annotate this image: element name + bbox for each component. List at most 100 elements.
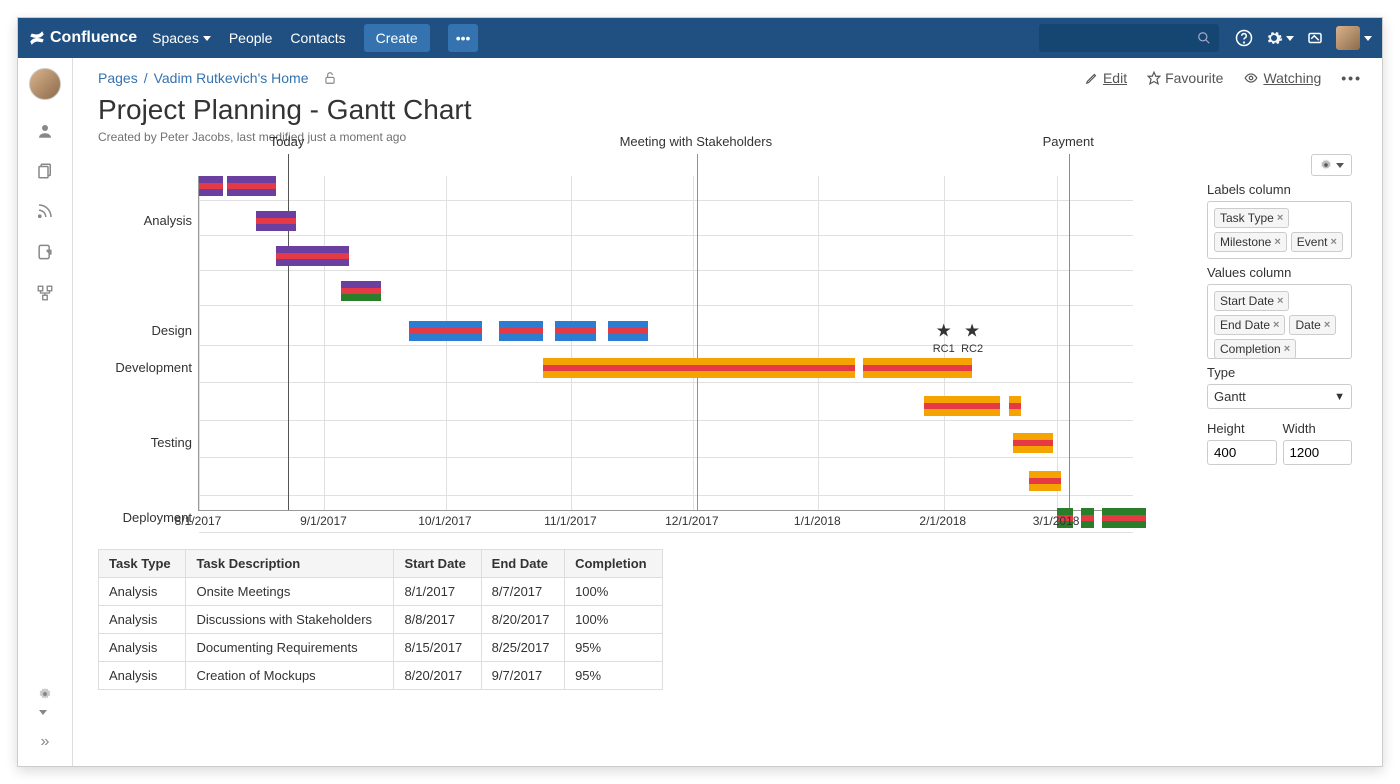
event-label: Meeting with Stakeholders bbox=[620, 134, 772, 149]
pages-icon[interactable] bbox=[36, 162, 54, 180]
milestone-label: RC2 bbox=[961, 343, 983, 355]
edit-button[interactable]: Edit bbox=[1085, 70, 1127, 86]
breadcrumb-root[interactable]: Pages bbox=[98, 70, 138, 86]
top-navigation: Confluence Spaces People Contacts Create… bbox=[18, 18, 1382, 58]
type-label: Type bbox=[1207, 365, 1352, 380]
remove-tag-icon[interactable]: × bbox=[1277, 295, 1283, 307]
notifications-icon[interactable] bbox=[1306, 29, 1324, 47]
labels-column-tags[interactable]: Task Type × Milestone ×Event × bbox=[1207, 201, 1352, 259]
nav-more-button[interactable]: ••• bbox=[448, 24, 479, 52]
gantt-bar[interactable] bbox=[256, 211, 296, 231]
milestone-label: RC1 bbox=[933, 343, 955, 355]
user-icon[interactable] bbox=[36, 122, 54, 140]
nav-people[interactable]: People bbox=[229, 30, 273, 46]
event-label: Payment bbox=[1043, 134, 1094, 149]
settings-icon[interactable] bbox=[1265, 29, 1294, 47]
tag[interactable]: Date × bbox=[1289, 315, 1336, 335]
gantt-bar[interactable] bbox=[341, 281, 381, 301]
gantt-bar[interactable] bbox=[499, 321, 544, 341]
x-axis-label: 3/1/2018 bbox=[1033, 514, 1080, 528]
nav-contacts[interactable]: Contacts bbox=[290, 30, 345, 46]
feed-icon[interactable] bbox=[36, 202, 54, 220]
values-column-tags[interactable]: Start Date × End Date ×Date × Completion × bbox=[1207, 284, 1352, 359]
type-select[interactable]: Gantt▼ bbox=[1207, 384, 1352, 409]
values-column-label: Values column bbox=[1207, 265, 1352, 280]
create-button[interactable]: Create bbox=[364, 24, 430, 52]
x-axis-label: 10/1/2017 bbox=[418, 514, 471, 528]
gantt-bar[interactable] bbox=[608, 321, 648, 341]
x-axis-label: 8/1/2017 bbox=[175, 514, 222, 528]
page-content: Pages / Vadim Rutkevich's Home Edit Favo… bbox=[73, 58, 1382, 766]
gantt-bar[interactable] bbox=[199, 176, 223, 196]
tag[interactable]: Start Date × bbox=[1214, 291, 1289, 311]
gantt-chart: AnalysisDesignDevelopmentTestingDeployme… bbox=[98, 154, 1148, 534]
brand-text: Confluence bbox=[50, 29, 137, 47]
favourite-button[interactable]: Favourite bbox=[1147, 70, 1223, 86]
tag[interactable]: Task Type × bbox=[1214, 208, 1289, 228]
table-row: AnalysisCreation of Mockups8/20/20179/7/… bbox=[99, 662, 663, 690]
chart-settings-button[interactable] bbox=[1311, 154, 1352, 176]
tag[interactable]: Event × bbox=[1291, 232, 1343, 252]
width-label: Width bbox=[1283, 421, 1353, 436]
tag[interactable]: End Date × bbox=[1214, 315, 1285, 335]
gantt-bar[interactable] bbox=[543, 358, 855, 378]
gantt-bar[interactable] bbox=[1029, 471, 1061, 491]
space-avatar[interactable] bbox=[29, 68, 61, 100]
y-axis-label: Development bbox=[97, 360, 192, 375]
gantt-bar[interactable] bbox=[409, 321, 482, 341]
milestone-icon[interactable]: ★ bbox=[964, 321, 980, 342]
y-axis-label: Analysis bbox=[97, 213, 192, 228]
milestone-icon[interactable]: ★ bbox=[936, 321, 952, 342]
table-header: Task Description bbox=[186, 550, 394, 578]
page-actions: Edit Favourite Watching ••• bbox=[1085, 70, 1362, 86]
remove-tag-icon[interactable]: × bbox=[1284, 343, 1290, 355]
event-label: Today bbox=[270, 134, 305, 149]
remove-tag-icon[interactable]: × bbox=[1330, 236, 1336, 248]
help-icon[interactable] bbox=[1235, 29, 1253, 47]
remove-tag-icon[interactable]: × bbox=[1277, 212, 1283, 224]
y-axis-label: Design bbox=[97, 323, 192, 338]
table-header: End Date bbox=[481, 550, 564, 578]
x-axis-label: 1/1/2018 bbox=[794, 514, 841, 528]
gantt-bar[interactable] bbox=[924, 396, 1001, 416]
table-header: Start Date bbox=[394, 550, 481, 578]
task-table: Task TypeTask DescriptionStart DateEnd D… bbox=[98, 549, 663, 690]
breadcrumb-home[interactable]: Vadim Rutkevich's Home bbox=[154, 70, 309, 86]
remove-tag-icon[interactable]: × bbox=[1324, 319, 1330, 331]
remove-tag-icon[interactable]: × bbox=[1274, 236, 1280, 248]
table-row: AnalysisDocumenting Requirements8/15/201… bbox=[99, 634, 663, 662]
tag[interactable]: Milestone × bbox=[1214, 232, 1287, 252]
gantt-bar[interactable] bbox=[863, 358, 972, 378]
y-axis-label: Testing bbox=[97, 435, 192, 450]
height-input[interactable] bbox=[1207, 440, 1277, 465]
sidebar-settings-icon[interactable] bbox=[37, 686, 53, 718]
clipboard-icon[interactable] bbox=[35, 242, 55, 262]
table-row: AnalysisDiscussions with Stakeholders8/8… bbox=[99, 606, 663, 634]
collapse-icon[interactable]: » bbox=[41, 733, 50, 751]
remove-tag-icon[interactable]: × bbox=[1273, 319, 1279, 331]
gantt-bar[interactable] bbox=[1009, 396, 1021, 416]
page-title: Project Planning - Gantt Chart bbox=[98, 94, 1362, 126]
gantt-bar[interactable] bbox=[227, 176, 276, 196]
x-axis-label: 9/1/2017 bbox=[300, 514, 347, 528]
height-label: Height bbox=[1207, 421, 1277, 436]
left-sidebar: » bbox=[18, 58, 73, 766]
page-more-button[interactable]: ••• bbox=[1341, 70, 1362, 86]
x-axis-label: 11/1/2017 bbox=[544, 514, 597, 528]
search-input[interactable] bbox=[1039, 24, 1219, 52]
watching-button[interactable]: Watching bbox=[1243, 70, 1321, 86]
nav-spaces[interactable]: Spaces bbox=[152, 30, 211, 46]
confluence-logo[interactable]: Confluence bbox=[28, 29, 137, 47]
gantt-bar[interactable] bbox=[1013, 433, 1053, 453]
labels-column-label: Labels column bbox=[1207, 182, 1352, 197]
width-input[interactable] bbox=[1283, 440, 1353, 465]
x-axis-label: 2/1/2018 bbox=[919, 514, 966, 528]
tag[interactable]: Completion × bbox=[1214, 339, 1296, 359]
tree-icon[interactable] bbox=[36, 284, 54, 302]
table-row: AnalysisOnsite Meetings8/1/20178/7/20171… bbox=[99, 578, 663, 606]
gantt-bar[interactable] bbox=[555, 321, 595, 341]
user-avatar[interactable] bbox=[1336, 26, 1360, 50]
table-header: Completion bbox=[565, 550, 663, 578]
gantt-bar[interactable] bbox=[276, 246, 349, 266]
unlock-icon[interactable] bbox=[323, 71, 337, 85]
